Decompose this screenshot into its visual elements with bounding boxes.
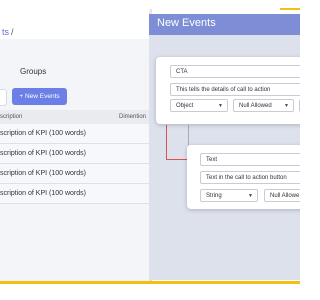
connector-line bbox=[166, 159, 188, 160]
row-description: scription of KPI (100 words) bbox=[0, 170, 86, 177]
chevron-down-icon: ▼ bbox=[218, 103, 223, 109]
null-allowed-value: Null Allowe bbox=[270, 193, 300, 199]
table-row[interactable]: scription of KPI (100 words) bbox=[0, 124, 152, 144]
modal-title: New Events bbox=[157, 17, 216, 29]
extra-select[interactable] bbox=[299, 99, 300, 112]
property-name-field[interactable]: Text bbox=[200, 153, 300, 166]
breadcrumb-separator: / bbox=[11, 27, 14, 37]
chevron-down-icon: ▼ bbox=[284, 103, 289, 109]
groups-title[interactable]: Groups bbox=[20, 67, 46, 76]
null-allowed-select[interactable]: Null Allowe bbox=[264, 189, 300, 202]
column-header-description[interactable]: scription bbox=[0, 114, 22, 120]
row-description: scription of KPI (100 words) bbox=[0, 150, 86, 157]
property-description-field[interactable]: This tells the details of call to action bbox=[170, 83, 300, 96]
screenshot-stage: ts / Groups + New Events scription Diment… bbox=[0, 0, 300, 300]
property-name-value: CTA bbox=[176, 69, 188, 75]
table-row[interactable]: scription of KPI (100 words) bbox=[0, 184, 152, 204]
new-events-button[interactable]: + New Events bbox=[12, 88, 67, 105]
property-description-value: This tells the details of call to action bbox=[176, 87, 271, 93]
table-header: scription Dimention bbox=[0, 110, 152, 124]
accent-bar-top bbox=[280, 8, 300, 10]
property-name-value: Text bbox=[206, 157, 218, 163]
column-header-dimention[interactable]: Dimention bbox=[119, 114, 146, 120]
events-app-panel: ts / Groups + New Events scription Diment… bbox=[0, 9, 152, 282]
back-button[interactable] bbox=[0, 89, 7, 106]
type-select[interactable]: String ▼ bbox=[200, 189, 258, 202]
accent-bar-bottom bbox=[0, 281, 300, 284]
breadcrumb[interactable]: ts / bbox=[2, 27, 14, 37]
event-property-card: Text Text in the call to action button S… bbox=[187, 145, 300, 209]
property-name-field[interactable]: CTA bbox=[170, 65, 300, 78]
table-row[interactable]: scription of KPI (100 words) bbox=[0, 164, 152, 184]
property-description-value: Text in the call to action button bbox=[206, 175, 287, 181]
null-allowed-select[interactable]: Null Allowed ▼ bbox=[233, 99, 294, 112]
type-select-value: String bbox=[206, 193, 222, 199]
connector-line bbox=[188, 125, 189, 145]
connector-line bbox=[166, 125, 167, 160]
property-description-field[interactable]: Text in the call to action button bbox=[200, 171, 300, 184]
row-description: scription of KPI (100 words) bbox=[0, 130, 86, 137]
type-select[interactable]: Object ▼ bbox=[170, 99, 228, 112]
chevron-down-icon: ▼ bbox=[248, 193, 253, 199]
type-select-value: Object bbox=[176, 103, 194, 109]
event-property-card: CTA This tells the details of call to ac… bbox=[156, 57, 300, 124]
table-row[interactable]: scription of KPI (100 words) bbox=[0, 144, 152, 164]
row-description: scription of KPI (100 words) bbox=[0, 190, 86, 197]
app-header-area bbox=[0, 9, 152, 39]
null-allowed-value: Null Allowed bbox=[239, 103, 272, 109]
breadcrumb-link[interactable]: ts bbox=[2, 27, 9, 37]
